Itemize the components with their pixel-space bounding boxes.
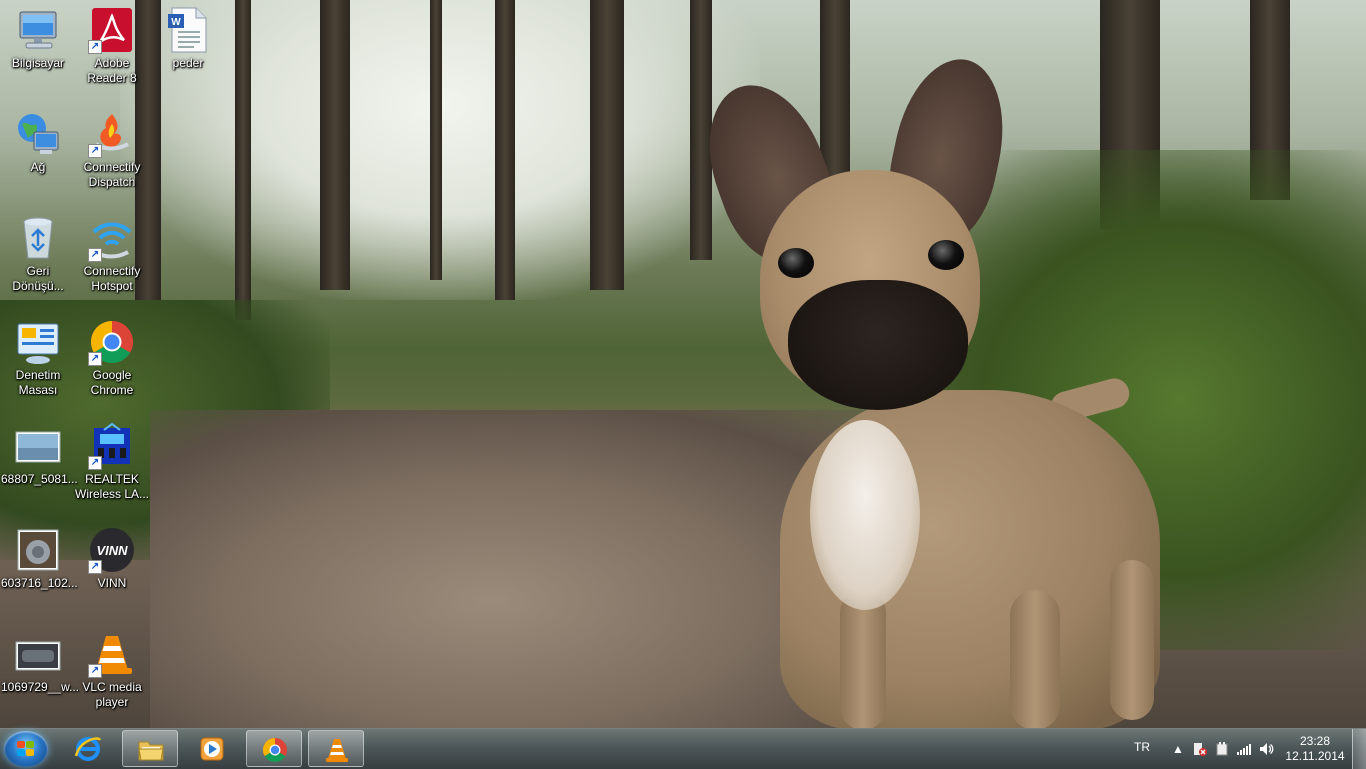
taskbar-clock[interactable]: 23:28 12.11.2014 [1276, 734, 1354, 764]
internet-explorer-icon [74, 736, 102, 762]
desktop-icon-connectify-dispatch[interactable]: ↗ Connectify Dispatch [74, 104, 150, 204]
shortcut-arrow-icon: ↗ [88, 664, 102, 678]
desktop-icon-label: Denetim Masası [15, 368, 61, 397]
desktop-icon-image-1069729[interactable]: 1069729__w... [0, 624, 80, 724]
dog-eye-left [778, 248, 814, 278]
desktop-icon-google-chrome[interactable]: ↗ Google Chrome [74, 312, 150, 412]
recycle-bin-icon [14, 214, 62, 262]
desktop-icon-label: peder [172, 56, 204, 70]
desktop-icon-label: REALTEK Wireless LA... [75, 472, 150, 501]
desktop-icon-vlc[interactable]: ↗ VLC media player [74, 624, 150, 724]
shortcut-arrow-icon: ↗ [88, 456, 102, 470]
show-hidden-icons-icon[interactable]: ▲ [1170, 741, 1186, 757]
desktop-icon-recycle-bin[interactable]: Geri Dönüşü... [0, 208, 76, 308]
desktop-icon-label: Geri Dönüşü... [12, 264, 64, 293]
desktop-icon-label: Connectify Dispatch [83, 160, 141, 189]
desktop-icon-label: VINN [97, 576, 127, 590]
shortcut-arrow-icon: ↗ [88, 248, 102, 262]
system-tray: TR ▲ 23:28 12.11.2014 [1116, 729, 1366, 769]
image-file-icon [14, 630, 62, 678]
vlc-icon [323, 737, 351, 763]
taskbar-windows-explorer[interactable] [122, 730, 178, 767]
desktop-icon-image-603716[interactable]: 603716_102... [0, 520, 78, 620]
svg-text:W: W [171, 17, 181, 28]
windows-logo-icon [17, 741, 35, 757]
desktop-icon-network[interactable]: Ağ [0, 104, 76, 204]
shortcut-arrow-icon: ↗ [88, 352, 102, 366]
folder-icon [137, 737, 165, 763]
image-file-icon [14, 422, 62, 470]
shortcut-arrow-icon: ↗ [88, 560, 102, 574]
vinn-icon: VINN ↗ [88, 526, 136, 574]
dog-muzzle [788, 280, 968, 410]
shortcut-arrow-icon: ↗ [88, 144, 102, 158]
computer-icon [14, 6, 62, 54]
taskbar-vlc-media-player[interactable] [308, 730, 364, 767]
desktop-icon-realtek[interactable]: ↗ REALTEK Wireless LA... [74, 416, 150, 516]
clock-time: 23:28 [1299, 734, 1331, 748]
desktop-icon-control-panel[interactable]: Denetim Masası [0, 312, 76, 412]
show-desktop-button[interactable] [1352, 729, 1366, 769]
network-icon [14, 110, 62, 158]
language-indicator[interactable]: TR [1134, 740, 1150, 754]
adobe-reader-icon: ↗ [88, 6, 136, 54]
desktop-icon-grid: Bilgisayar ↗ Adobe Reader 8 W peder Ağ ↗… [0, 0, 260, 728]
taskbar-google-chrome[interactable] [246, 730, 302, 767]
vlc-icon: ↗ [88, 630, 136, 678]
desktop-icon-label: 603716_102... [1, 576, 78, 590]
vinn-logo-text: VINN [96, 543, 128, 558]
desktop-icon-label: Google Chrome [90, 368, 134, 397]
power-icon[interactable] [1214, 741, 1230, 757]
desktop-icon-label: Adobe Reader 8 [87, 56, 137, 85]
word-document-icon: W [164, 6, 212, 54]
desktop-icon-computer[interactable]: Bilgisayar [0, 0, 76, 100]
chrome-icon [261, 737, 289, 763]
image-file-icon [14, 526, 62, 574]
taskbar: TR ▲ 23:28 12.11.2014 [0, 728, 1366, 769]
action-center-icon[interactable] [1192, 741, 1208, 757]
dog-eye-right [928, 240, 964, 270]
desktop-icon-label: Ağ [30, 160, 46, 174]
media-player-icon [198, 736, 226, 762]
desktop-icon-connectify-hotspot[interactable]: ↗ Connectify Hotspot [74, 208, 150, 308]
desktop-icon-image-68807[interactable]: 68807_5081... [0, 416, 78, 516]
volume-icon[interactable] [1258, 741, 1274, 757]
desktop-icon-vinn[interactable]: VINN ↗ VINN [74, 520, 150, 620]
desktop-icon-peder[interactable]: W peder [150, 0, 226, 100]
shortcut-arrow-icon: ↗ [88, 40, 102, 54]
desktop-icon-label: 68807_5081... [1, 472, 78, 486]
desktop-icon-adobe-reader[interactable]: ↗ Adobe Reader 8 [74, 0, 150, 100]
connectify-dispatch-icon: ↗ [88, 110, 136, 158]
chrome-icon: ↗ [88, 318, 136, 366]
dog-chest [810, 420, 920, 610]
realtek-icon: ↗ [88, 422, 136, 470]
desktop-icon-label: Bilgisayar [11, 56, 65, 70]
network-signal-icon[interactable] [1236, 741, 1252, 757]
clock-date: 12.11.2014 [1285, 749, 1345, 763]
taskbar-windows-media-player[interactable] [184, 730, 240, 767]
start-button[interactable] [4, 731, 48, 767]
taskbar-internet-explorer[interactable] [60, 730, 116, 767]
connectify-hotspot-icon: ↗ [88, 214, 136, 262]
desktop-icon-label: Connectify Hotspot [83, 264, 141, 293]
control-panel-icon [14, 318, 62, 366]
desktop-icon-label: 1069729__w... [1, 680, 80, 694]
desktop-icon-label: VLC media player [82, 680, 142, 709]
